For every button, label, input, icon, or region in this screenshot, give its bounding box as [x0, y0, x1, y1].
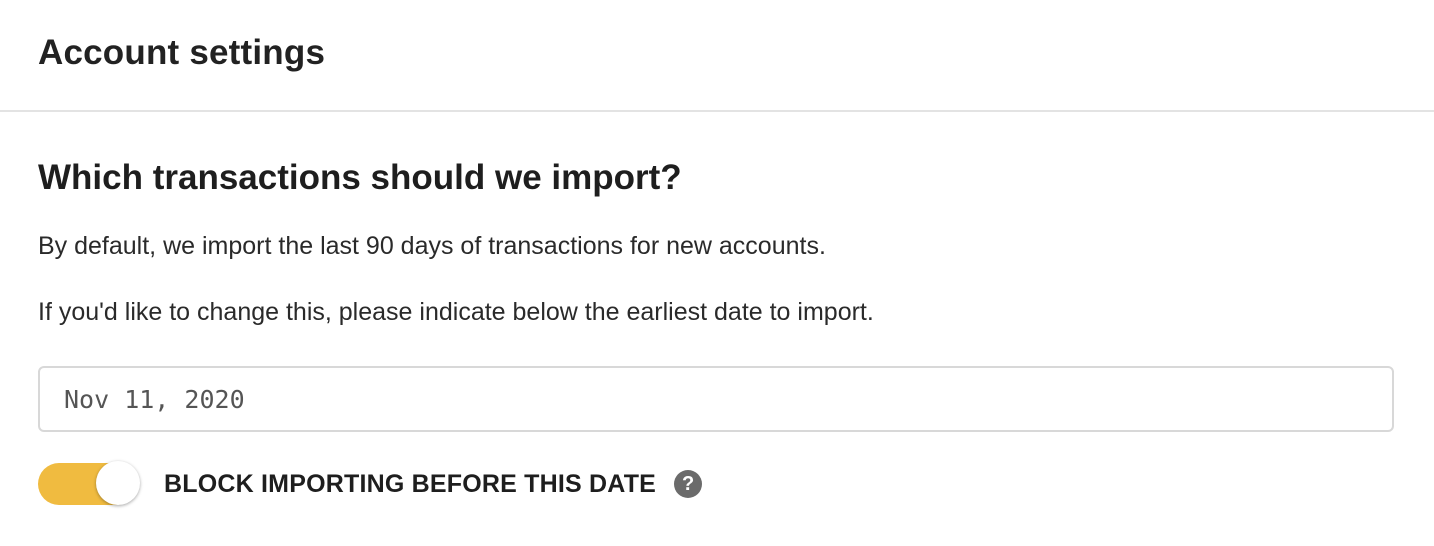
earliest-date-input[interactable]	[38, 366, 1394, 432]
block-importing-label: BLOCK IMPORTING BEFORE THIS DATE	[164, 469, 657, 498]
section-title: Which transactions should we import?	[38, 158, 682, 197]
default-import-description: By default, we import the last 90 days o…	[38, 232, 826, 260]
page-title: Account settings	[38, 33, 326, 72]
block-importing-row: BLOCK IMPORTING BEFORE THIS DATE ?	[38, 460, 703, 508]
toggle-knob[interactable]	[96, 461, 140, 505]
page-header: Account settings	[0, 0, 1434, 112]
question-circle-icon[interactable]: ?	[674, 470, 703, 498]
import-settings-section: Which transactions should we import? By …	[0, 112, 1434, 544]
change-date-instructions: If you'd like to change this, please ind…	[38, 298, 874, 326]
block-importing-toggle[interactable]	[38, 461, 140, 505]
